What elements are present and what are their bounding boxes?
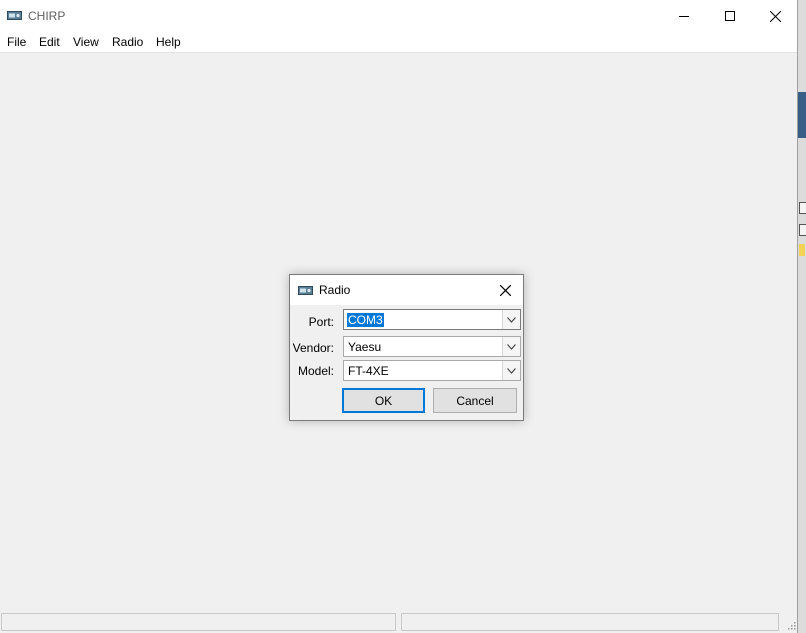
menu-help[interactable]: Help xyxy=(156,35,181,49)
maximize-button[interactable] xyxy=(707,0,753,32)
port-dropdown-button[interactable] xyxy=(502,310,520,329)
title-bar: CHIRP xyxy=(0,0,797,32)
menu-view[interactable]: View xyxy=(73,35,99,49)
cancel-button[interactable]: Cancel xyxy=(433,388,517,413)
desktop-background xyxy=(798,0,806,633)
ok-button[interactable]: OK xyxy=(342,388,425,413)
radio-icon xyxy=(298,286,313,295)
dialog-title-bar: Radio xyxy=(290,275,523,305)
model-value: FT-4XE xyxy=(348,364,389,378)
vendor-value: Yaesu xyxy=(348,340,382,354)
close-button[interactable] xyxy=(752,0,798,32)
menu-radio[interactable]: Radio xyxy=(112,35,143,49)
model-select[interactable]: FT-4XE xyxy=(343,360,521,381)
menu-edit[interactable]: Edit xyxy=(39,35,60,49)
status-pane-left xyxy=(1,613,396,631)
model-dropdown-button[interactable] xyxy=(502,361,520,380)
minimize-button[interactable] xyxy=(661,0,707,32)
status-pane-right xyxy=(401,613,779,631)
window-title: CHIRP xyxy=(28,9,66,23)
desktop-checkbox-edge xyxy=(799,224,806,236)
vendor-label: Vendor: xyxy=(292,341,334,355)
desktop-checkbox-edge xyxy=(799,202,806,214)
vendor-select[interactable]: Yaesu xyxy=(343,336,521,357)
chevron-down-icon xyxy=(507,367,516,374)
dialog-close-button[interactable] xyxy=(495,280,515,300)
resize-grip-icon[interactable] xyxy=(786,620,796,630)
status-bar xyxy=(0,612,797,633)
menu-file[interactable]: File xyxy=(7,35,26,49)
maximize-icon xyxy=(725,11,735,21)
port-select[interactable]: COM3 xyxy=(343,309,521,330)
radio-icon xyxy=(7,11,22,20)
desktop-window-edge xyxy=(798,92,806,138)
close-icon xyxy=(499,284,511,296)
port-label: Port: xyxy=(308,315,334,329)
chevron-down-icon xyxy=(507,316,516,323)
vendor-dropdown-button[interactable] xyxy=(502,337,520,356)
close-icon xyxy=(769,10,781,22)
port-value: COM3 xyxy=(347,313,384,327)
chevron-down-icon xyxy=(507,343,516,350)
minimize-icon xyxy=(679,16,689,17)
radio-dialog: Radio Port: COM3 Vendor: Yaesu Model: FT… xyxy=(289,274,524,421)
desktop-folder-edge xyxy=(799,244,805,256)
dialog-title: Radio xyxy=(319,283,351,297)
model-label: Model: xyxy=(297,364,334,378)
menu-bar: File Edit View Radio Help xyxy=(0,32,797,53)
